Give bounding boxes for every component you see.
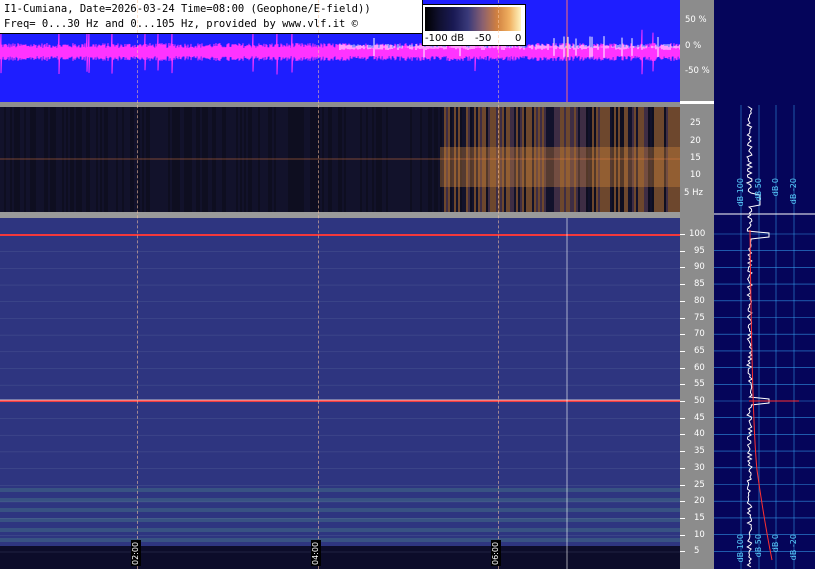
high-freq-axis-label: 80 — [694, 295, 705, 306]
time-gridline — [498, 0, 499, 569]
title-box: I1-Cumiana, Date=2026-03-24 Time=08:00 (… — [0, 0, 423, 34]
time-label: 02:00 — [131, 540, 141, 566]
low-frequency-band — [0, 538, 680, 542]
axis-tick — [680, 534, 685, 536]
title-frequency-credit: Freq= 0...30 Hz and 0...105 Hz, provided… — [4, 18, 359, 30]
spectrogram-low-band — [0, 107, 680, 212]
axis-tick — [680, 501, 685, 503]
axis-tick — [680, 484, 685, 486]
low-frequency-band — [0, 488, 680, 492]
waveform-axis-label: 50 % — [685, 15, 707, 25]
spectrum-profile-panel: dB 100 dB 50 dB 0 dB -20 dB 100 dB 50 dB 0 dB -… — [714, 0, 815, 569]
axis-tick — [680, 317, 685, 319]
spectrogram-low-image — [0, 107, 680, 212]
high-freq-axis-label: 75 — [694, 312, 705, 323]
activity-band — [440, 147, 680, 187]
waveform-axis-label: 0 % — [685, 41, 702, 51]
colorbar-label-min: -100 dB — [425, 33, 465, 44]
axis-tick — [680, 267, 685, 269]
colorbar-legend: -100 dB -50 0 — [422, 4, 526, 46]
profile-db-label: dB 50 — [754, 534, 763, 558]
waveform-axis-label: -50 % — [685, 66, 710, 76]
profile-db-label: dB 0 — [771, 178, 780, 197]
axis-tick — [680, 367, 685, 369]
axis-tick — [680, 384, 685, 386]
axis-tick — [680, 417, 685, 419]
low-frequency-band — [0, 498, 680, 502]
axis-tick — [680, 284, 685, 286]
high-freq-axis-label: 35 — [694, 446, 705, 457]
high-freq-axis-label: 50 — [694, 396, 705, 406]
low-freq-axis-label: 15 — [690, 153, 701, 163]
vlf-spectrogram-display: I1-Cumiana, Date=2026-03-24 Time=08:00 (… — [0, 0, 815, 569]
colorbar-gradient — [425, 7, 521, 31]
high-freq-axis-label: 60 — [694, 362, 705, 373]
high-freq-axis-label: 30 — [694, 462, 705, 473]
high-freq-axis-label: 100 — [689, 229, 706, 239]
colorbar-label-mid: -50 — [475, 33, 492, 44]
axis-tick — [680, 517, 685, 519]
low-freq-axis-label: 5 Hz — [684, 188, 703, 198]
bottom-dark-band — [0, 546, 680, 569]
colorbar-label-max: 0 — [515, 33, 522, 44]
profile-db-label: dB -20 — [789, 534, 798, 561]
time-gridline — [318, 0, 319, 569]
axis-tick — [680, 551, 685, 553]
profile-db-label: dB 50 — [754, 178, 763, 202]
profile-db-label: dB 100 — [736, 534, 745, 563]
high-freq-axis-label: 20 — [694, 496, 705, 507]
high-freq-axis-label: 70 — [694, 329, 705, 340]
time-label: 04:00 — [311, 540, 321, 566]
frequency-axis: 50 % 0 % -50 % 25 20 15 10 5 Hz 100 95 90 85 80 75 70 6… — [680, 0, 714, 569]
high-freq-axis-label: 85 — [694, 279, 705, 290]
axis-separator — [680, 101, 714, 104]
low-freq-axis-label: 25 — [690, 118, 701, 128]
profile-db-label: dB 100 — [736, 178, 745, 207]
time-label: 06:00 — [491, 540, 501, 566]
profile-trace — [745, 106, 770, 568]
time-gridline — [137, 0, 138, 569]
high-freq-axis-label: 55 — [694, 379, 705, 390]
low-frequency-band — [0, 528, 680, 532]
spectrum-profile-plot — [714, 105, 815, 569]
profile-db-label: dB -20 — [789, 178, 798, 205]
low-freq-axis-label: 20 — [690, 136, 701, 146]
low-frequency-band — [0, 508, 680, 512]
spectrogram-high-band — [0, 218, 680, 569]
spectrogram-high-image — [0, 218, 680, 569]
axis-tick — [680, 234, 685, 235]
profile-average-curve — [749, 229, 773, 561]
high-freq-axis-label: 65 — [694, 345, 705, 356]
profile-db-label: dB 0 — [771, 534, 780, 553]
axis-tick — [680, 350, 685, 352]
high-freq-axis-label: 25 — [694, 479, 705, 490]
high-freq-axis-label: 40 — [694, 429, 705, 440]
axis-tick — [680, 334, 685, 336]
axis-tick — [680, 401, 685, 402]
high-freq-axis-label: 45 — [694, 412, 705, 423]
high-freq-axis-label: 95 — [694, 245, 705, 256]
title-station-date: I1-Cumiana, Date=2026-03-24 Time=08:00 (… — [4, 3, 371, 15]
axis-tick — [680, 467, 685, 469]
axis-tick — [680, 300, 685, 302]
high-freq-axis-label: 5 — [694, 546, 700, 557]
axis-tick — [680, 434, 685, 436]
axis-tick — [680, 451, 685, 453]
high-freq-axis-label: 15 — [694, 512, 705, 523]
high-freq-axis-label: 10 — [694, 529, 705, 540]
waveform-magenta-trace — [0, 29, 680, 75]
axis-tick — [680, 250, 685, 252]
high-freq-axis-label: 90 — [694, 262, 705, 273]
low-freq-axis-label: 10 — [690, 170, 701, 180]
